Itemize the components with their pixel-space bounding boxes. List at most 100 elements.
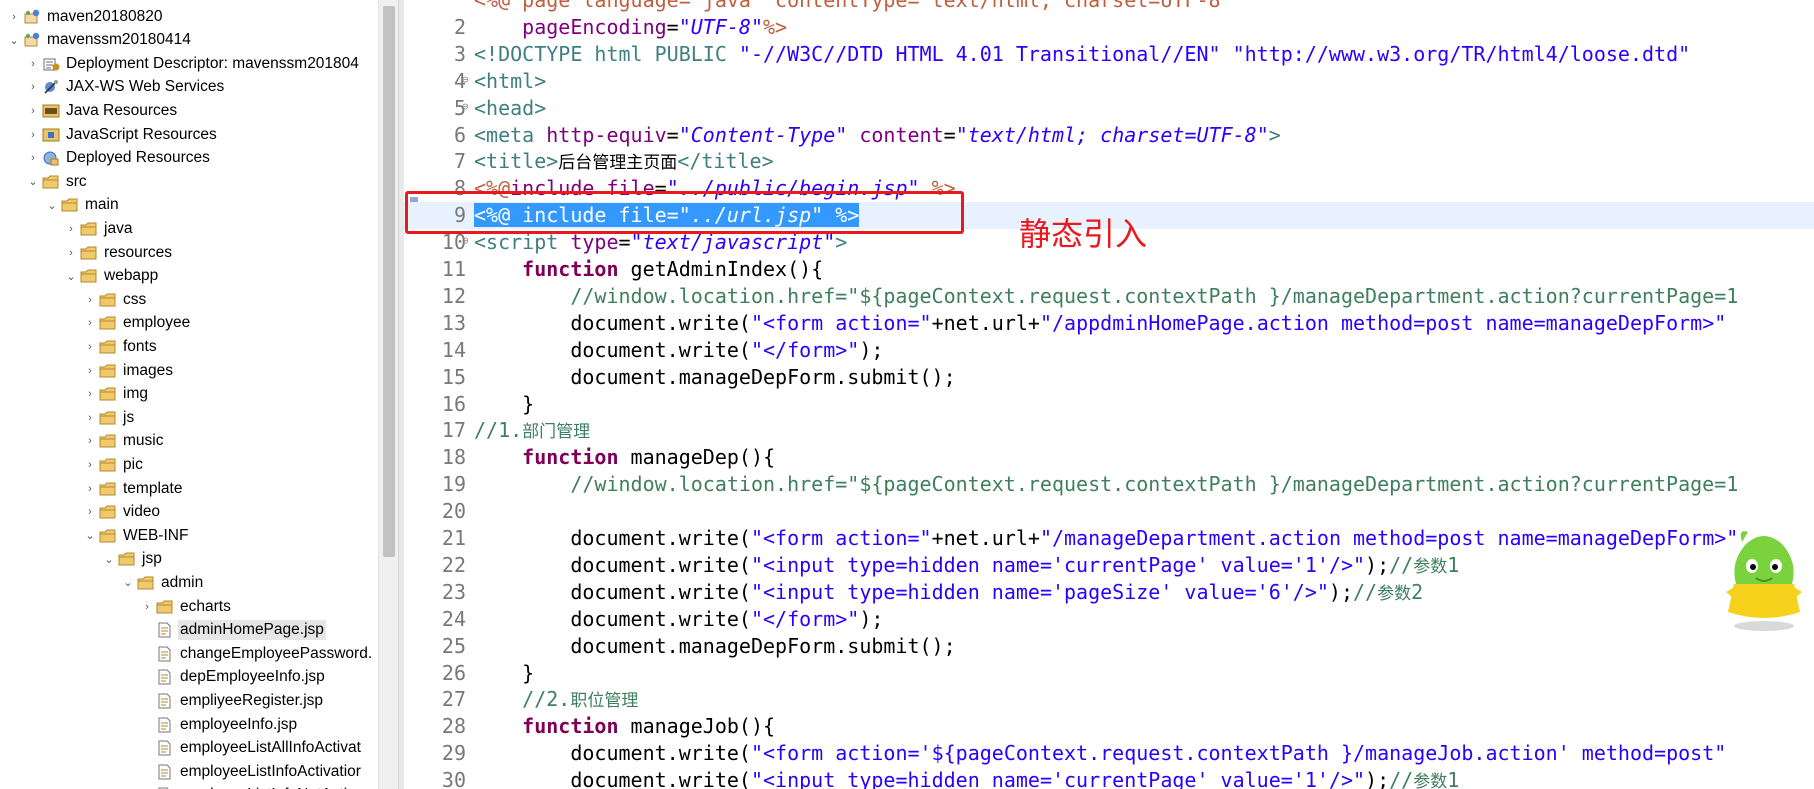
tree-item[interactable]: empliyeeRegister.jsp: [0, 689, 378, 712]
code-line[interactable]: <%@ page language="java" contentType="te…: [404, 0, 1814, 14]
code-line[interactable]: 4 ⊖ <html>: [404, 68, 1814, 95]
code-line[interactable]: 7 <title>后台管理主页面</title>: [404, 148, 1814, 175]
code-token: document.write(: [474, 552, 751, 577]
tree-item[interactable]: › echarts: [0, 595, 378, 618]
tree-item[interactable]: › Deployment Descriptor: mavenssm201804: [0, 52, 378, 75]
chevron-right-icon[interactable]: ›: [65, 241, 77, 264]
chevron-right-icon[interactable]: ›: [84, 359, 96, 382]
code-line[interactable]: 24 document.write("</form>");: [404, 606, 1814, 633]
code-line[interactable]: 23 document.write("<input type=hidden na…: [404, 579, 1814, 606]
tree-item[interactable]: › maven20180820: [0, 5, 378, 28]
explorer-scrollbar-thumb[interactable]: [383, 6, 395, 557]
code-line[interactable]: 17 //1.部门管理: [404, 417, 1814, 444]
tree-item[interactable]: employeeListAllInfoActivat: [0, 737, 378, 760]
chevron-right-icon[interactable]: ›: [84, 501, 96, 524]
fold-toggle-icon[interactable]: ⊖: [462, 68, 472, 92]
tree-item[interactable]: ⌄ main: [0, 194, 378, 217]
chevron-right-icon[interactable]: ›: [84, 312, 96, 335]
code-line[interactable]: 21 document.write("<form action="+net.ur…: [404, 525, 1814, 552]
tree-item[interactable]: ⌄ src: [0, 170, 378, 193]
tree-item[interactable]: ⌄ WEB-INF: [0, 524, 378, 547]
chevron-down-icon[interactable]: ⌄: [27, 170, 39, 193]
code-line[interactable]: 14 document.write("</form>");: [404, 337, 1814, 364]
code-line[interactable]: 8 <%@include file="../public/begin.jsp" %…: [404, 175, 1814, 202]
code-line[interactable]: 16 }: [404, 391, 1814, 418]
chevron-right-icon[interactable]: ›: [84, 406, 96, 429]
chevron-right-icon[interactable]: ›: [27, 147, 39, 170]
code-line[interactable]: 18 function manageDep(){: [404, 444, 1814, 471]
chevron-down-icon[interactable]: ⌄: [122, 571, 134, 594]
code-line[interactable]: 28 function manageJob(){: [404, 713, 1814, 740]
tree-item[interactable]: employeeInfo.jsp: [0, 713, 378, 736]
tree-item[interactable]: › resources: [0, 241, 378, 264]
tree-item[interactable]: changeEmployeePassword.: [0, 642, 378, 665]
code-line[interactable]: 3 <!DOCTYPE html PUBLIC "-//W3C//DTD HTML…: [404, 41, 1814, 68]
chevron-right-icon[interactable]: ›: [84, 453, 96, 476]
chevron-right-icon[interactable]: ›: [141, 595, 153, 618]
chevron-right-icon[interactable]: ›: [27, 76, 39, 99]
chevron-right-icon[interactable]: ›: [84, 383, 96, 406]
tree-item[interactable]: ⌄ jsp: [0, 548, 378, 571]
tree-item[interactable]: ⌄ mavenssm20180414: [0, 29, 378, 52]
chevron-right-icon[interactable]: ›: [27, 99, 39, 122]
code-line[interactable]: 12 //window.location.href="${pageContext…: [404, 283, 1814, 310]
code-line[interactable]: 5 ⊖ <head>: [404, 95, 1814, 122]
chevron-down-icon[interactable]: ⌄: [84, 524, 96, 547]
tree-item[interactable]: ⌄ webapp: [0, 265, 378, 288]
code-line[interactable]: 6 <meta http-equiv="Content-Type" content…: [404, 122, 1814, 149]
chevron-right-icon[interactable]: ›: [65, 217, 77, 240]
code-line[interactable]: 22 document.write("<input type=hidden na…: [404, 552, 1814, 579]
tree-item[interactable]: › employee: [0, 312, 378, 335]
tree-item[interactable]: › pic: [0, 453, 378, 476]
tree-item[interactable]: › fonts: [0, 335, 378, 358]
chevron-right-icon[interactable]: ›: [84, 477, 96, 500]
tree-item[interactable]: › JavaScript Resources: [0, 123, 378, 146]
chevron-down-icon[interactable]: ⌄: [65, 265, 77, 288]
tree-item[interactable]: › Java Resources: [0, 99, 378, 122]
code-line[interactable]: 27 //2.职位管理: [404, 686, 1814, 713]
code-line[interactable]: 26 }: [404, 660, 1814, 687]
tree-item[interactable]: employeeListInfoNotActiva: [0, 784, 378, 789]
code-editor[interactable]: <%@ page language="java" contentType="te…: [404, 0, 1814, 789]
tree-item[interactable]: › images: [0, 359, 378, 382]
tree-item[interactable]: › js: [0, 406, 378, 429]
tree-item[interactable]: › css: [0, 288, 378, 311]
tree-item[interactable]: employeeListInfoActivatior: [0, 760, 378, 783]
tree-item[interactable]: › java: [0, 217, 378, 240]
code-line[interactable]: 30 document.write("<input type=hidden na…: [404, 767, 1814, 789]
chevron-right-icon[interactable]: ›: [27, 123, 39, 146]
chevron-right-icon[interactable]: ›: [84, 430, 96, 453]
tree-item[interactable]: adminHomePage.jsp: [0, 619, 378, 642]
tree-item[interactable]: ⌄ admin: [0, 571, 378, 594]
chevron-down-icon[interactable]: ⌄: [46, 194, 58, 217]
code-token: document.write(: [474, 579, 751, 604]
code-line[interactable]: 25 document.manageDepForm.submit();: [404, 633, 1814, 660]
fold-toggle-icon[interactable]: ⊖: [462, 95, 472, 119]
chevron-down-icon[interactable]: ⌄: [103, 548, 115, 571]
explorer-scrollbar[interactable]: [378, 0, 398, 789]
code-line[interactable]: 11 function getAdminIndex(){: [404, 256, 1814, 283]
code-line[interactable]: 20: [404, 498, 1814, 525]
tree-item[interactable]: › Deployed Resources: [0, 147, 378, 170]
tree-item[interactable]: › img: [0, 383, 378, 406]
tree-item[interactable]: depEmployeeInfo.jsp: [0, 666, 378, 689]
tree-item[interactable]: › JAX-WS Web Services: [0, 76, 378, 99]
chevron-down-icon[interactable]: ⌄: [8, 29, 20, 52]
chevron-right-icon[interactable]: ›: [8, 5, 20, 28]
chevron-right-icon[interactable]: ›: [84, 335, 96, 358]
code-line[interactable]: 2 pageEncoding="UTF-8"%>: [404, 14, 1814, 41]
code-token: <%@ include file=: [474, 203, 679, 228]
code-line[interactable]: 13 document.write("<form action="+net.ur…: [404, 310, 1814, 337]
tree-item[interactable]: › video: [0, 501, 378, 524]
code-token: =: [666, 14, 679, 39]
tree-item[interactable]: › music: [0, 430, 378, 453]
fold-toggle-icon[interactable]: ⊖: [462, 229, 472, 253]
code-line[interactable]: 29 document.write("<form action='${pageC…: [404, 740, 1814, 767]
chevron-right-icon[interactable]: ›: [27, 52, 39, 75]
tree-item[interactable]: › template: [0, 477, 378, 500]
code-line[interactable]: 19 //window.location.href="${pageContext…: [404, 471, 1814, 498]
jsp-file-icon: [156, 622, 174, 638]
chevron-right-icon[interactable]: ›: [84, 288, 96, 311]
code-line[interactable]: 15 document.manageDepForm.submit();: [404, 364, 1814, 391]
